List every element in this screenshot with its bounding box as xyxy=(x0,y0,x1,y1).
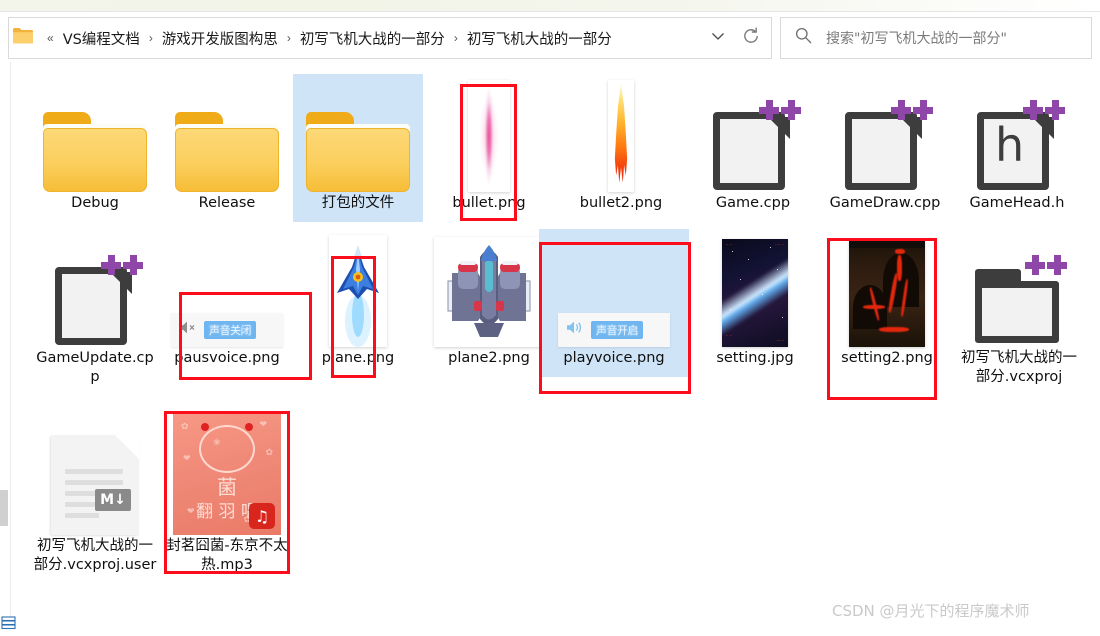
file-item-bullet-png[interactable]: bullet.png xyxy=(424,74,554,213)
file-label: GameHead.h xyxy=(969,195,1065,211)
search-box[interactable]: 搜索"初写飞机大战的一部分" xyxy=(780,17,1092,59)
file-label: pausvoice.png xyxy=(174,350,280,366)
window-top-strip xyxy=(0,0,1100,11)
breadcrumb-item-3[interactable]: 初写飞机大战的一部分 xyxy=(465,26,614,51)
cpp-plusplus-badge xyxy=(1025,255,1067,275)
file-label: 初写飞机大战的一部分.vcxproj xyxy=(961,350,1077,385)
breadcrumb-separator-2: › xyxy=(453,31,458,45)
sound-off-label: 声音关闭 xyxy=(204,321,256,339)
nav-pane-divider xyxy=(10,62,11,617)
image-thumbnail xyxy=(293,229,423,347)
file-item-packed-folder[interactable]: 打包的文件 xyxy=(293,74,423,222)
breadcrumb-item-1[interactable]: 游戏开发版图构思 xyxy=(160,26,280,51)
cpp-plusplus-badge xyxy=(759,100,801,120)
speaker-on-icon xyxy=(566,320,583,340)
file-explorer-window: « VS编程文档 › 游戏开发版图构思 › 初写飞机大战的一部分 › 初写飞机大… xyxy=(0,0,1100,636)
image-thumbnail: ·· ·· ···· ·· ·· ·· ······ xyxy=(690,229,820,347)
file-item-gamehead-h[interactable]: h GameHead.h xyxy=(952,74,1082,213)
file-item-mp3[interactable]: 菌 翻 羽 唱 ✿ ❤ ❤ ✿ ❤ ✿ ❀ ♫ 封茗囧菌-东京不太热.mp3 xyxy=(162,407,292,575)
netease-music-badge: ♫ xyxy=(249,503,275,529)
file-item-bullet2-png[interactable]: bullet2.png xyxy=(556,74,686,213)
cpp-plusplus-badge xyxy=(891,100,933,120)
address-bar[interactable]: « VS编程文档 › 游戏开发版图构思 › 初写飞机大战的一部分 › 初写飞机大… xyxy=(8,17,772,59)
sound-on-thumbnail: 声音开启 xyxy=(558,313,670,347)
file-item-gameupdate-cpp[interactable]: GameUpdate.cpp xyxy=(30,229,160,387)
cpp-plusplus-badge xyxy=(1023,100,1065,120)
file-label: playvoice.png xyxy=(563,350,665,366)
image-thumbnail xyxy=(822,229,952,347)
file-item-setting2-png[interactable]: setting2.png xyxy=(822,229,952,368)
file-label: Debug xyxy=(71,195,119,211)
image-thumbnail: 菌 翻 羽 唱 ✿ ❤ ❤ ✿ ❤ ✿ ❀ ♫ xyxy=(162,407,292,535)
csdn-watermark: CSDN @月光下的程序魔术师 xyxy=(832,602,1030,620)
breadcrumb-item-2[interactable]: 初写飞机大战的一部分 xyxy=(298,26,447,51)
file-item-gamedraw-cpp[interactable]: GameDraw.cpp xyxy=(820,74,950,213)
breadcrumb-item-0[interactable]: VS编程文档 xyxy=(61,26,142,51)
file-label: 封茗囧菌-东京不太热.mp3 xyxy=(166,538,288,573)
cpp-plusplus-badge xyxy=(101,255,143,275)
image-thumbnail xyxy=(424,229,554,347)
file-label: bullet2.png xyxy=(579,195,663,211)
breadcrumb[interactable]: « VS编程文档 › 游戏开发版图构思 › 初写飞机大战的一部分 › 初写飞机大… xyxy=(40,26,709,51)
h-letter-glyph: h xyxy=(995,118,1025,172)
file-item-game-cpp[interactable]: Game.cpp xyxy=(688,74,818,213)
search-icon xyxy=(795,27,812,49)
folder-icon xyxy=(30,74,160,192)
file-item-debug[interactable]: Debug xyxy=(30,74,160,213)
search-input[interactable]: 搜索"初写飞机大战的一部分" xyxy=(826,28,1007,48)
image-thumbnail xyxy=(556,74,686,192)
file-item-plane2-png[interactable]: plane2.png xyxy=(424,229,554,368)
folder-icon xyxy=(13,27,33,49)
file-label: Release xyxy=(198,195,256,211)
file-item-vcxproj-user[interactable]: M↓ 初写飞机大战的一部分.vcxproj.user xyxy=(30,407,160,575)
image-thumbnail: 声音开启 xyxy=(539,229,689,347)
folder-icon xyxy=(293,74,423,192)
file-label: bullet.png xyxy=(452,195,526,211)
chevron-down-icon[interactable] xyxy=(709,27,727,50)
sound-on-label: 声音开启 xyxy=(591,321,643,339)
pane-splitter-handle[interactable] xyxy=(0,490,8,526)
document-file-icon: M↓ xyxy=(30,407,160,535)
file-item-plane-png[interactable]: plane.png xyxy=(293,229,423,368)
file-label: plane2.png xyxy=(448,350,530,366)
list-view-icon[interactable] xyxy=(1,615,17,636)
file-item-release[interactable]: Release xyxy=(162,74,292,213)
file-label: GameUpdate.cpp xyxy=(36,350,154,385)
file-icon-grid[interactable]: Debug Release 打包的文件 bullet.png bullet2.p… xyxy=(14,66,1100,616)
cpp-source-file-icon xyxy=(820,74,950,192)
cpp-source-file-icon xyxy=(30,229,160,347)
file-item-setting-jpg[interactable]: ·· ·· ···· ·· ·· ·· ······ setting.jpg xyxy=(690,229,820,368)
file-label: plane.png xyxy=(321,350,395,366)
cpp-source-file-icon xyxy=(688,74,818,192)
image-thumbnail xyxy=(424,74,554,192)
file-item-playvoice-png[interactable]: 声音开启 playvoice.png xyxy=(539,229,689,377)
breadcrumb-separator-1: › xyxy=(286,31,291,45)
refresh-icon[interactable] xyxy=(741,26,761,51)
file-label: Game.cpp xyxy=(715,195,791,211)
vcxproj-file-icon xyxy=(954,229,1084,347)
speaker-mute-icon xyxy=(179,320,196,340)
sound-off-thumbnail: 声音关闭 xyxy=(171,313,283,347)
file-label: setting.jpg xyxy=(716,350,794,366)
file-label: GameDraw.cpp xyxy=(829,195,941,211)
cpp-header-file-icon: h xyxy=(952,74,1082,192)
top-divider xyxy=(0,11,1100,12)
markdown-badge: M↓ xyxy=(95,489,131,511)
breadcrumb-separator-0: › xyxy=(148,31,153,45)
file-item-pausvoice-png[interactable]: 声音关闭 pausvoice.png xyxy=(162,229,292,368)
file-item-vcxproj[interactable]: 初写飞机大战的一部分.vcxproj xyxy=(954,229,1084,387)
file-label: 打包的文件 xyxy=(321,195,395,211)
image-thumbnail: 声音关闭 xyxy=(162,229,292,347)
file-label: 初写飞机大战的一部分.vcxproj.user xyxy=(33,538,157,573)
file-label: setting2.png xyxy=(841,350,933,366)
breadcrumb-back-chevron[interactable]: « xyxy=(40,31,61,45)
folder-icon xyxy=(162,74,292,192)
